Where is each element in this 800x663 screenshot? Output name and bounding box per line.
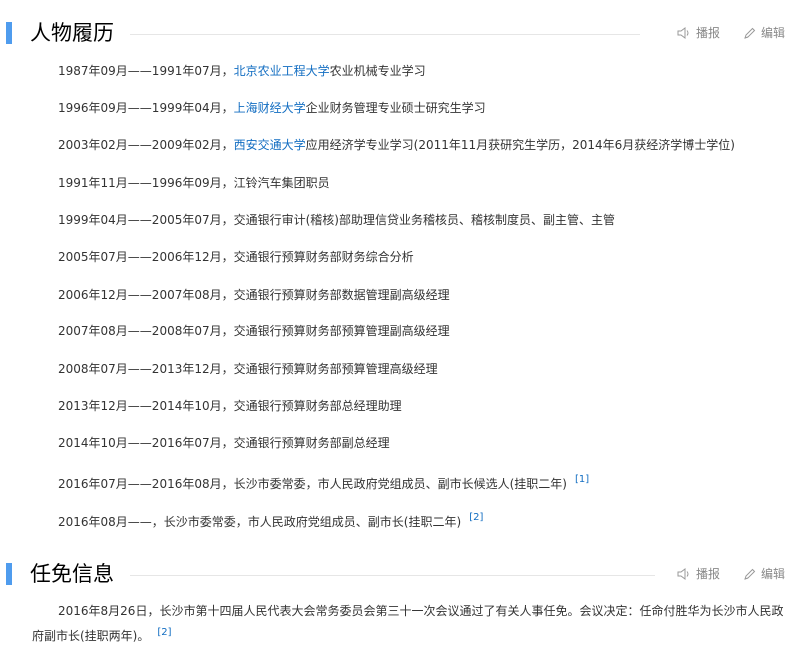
speaker-icon — [677, 27, 689, 39]
report-button[interactable]: 播报 — [677, 566, 720, 582]
section-divider — [130, 34, 640, 35]
university-link[interactable]: 上海财经大学 — [234, 101, 306, 115]
report-label: 播报 — [696, 26, 721, 40]
edit-button[interactable]: 编辑 — [743, 566, 785, 582]
career-entry: 2013年12月——2014年10月，交通银行预算财务部总经理助理 — [58, 399, 402, 413]
appointment-section-header: 任免信息 播报 编辑 — [0, 559, 800, 589]
career-entry: 1987年09月——1991年07月，北京农业工程大学农业机械专业学习 — [58, 64, 426, 78]
career-entry: 2008年07月——2013年12月，交通银行预算财务部预算管理高级经理 — [58, 362, 438, 376]
report-label: 播报 — [696, 567, 721, 581]
career-entry: 1999年04月——2005年07月，交通银行审计(稽核)部助理信贷业务稽核员、… — [58, 213, 615, 227]
speaker-icon — [677, 568, 689, 580]
university-link[interactable]: 北京农业工程大学 — [234, 64, 330, 78]
career-entry: 2003年02月——2009年02月，西安交通大学应用经济学专业学习(2011年… — [58, 138, 735, 152]
reference-link[interactable]: [2] — [469, 512, 483, 523]
career-entry: 2006年12月——2007年08月，交通银行预算财务部数据管理副高级经理 — [58, 288, 450, 302]
career-entry: 2014年10月——2016年07月，交通银行预算财务部副总经理 — [58, 436, 390, 450]
career-entry: 2016年08月——，长沙市委常委，市人民政府党组成员、副市长(挂职二年) [2] — [58, 512, 484, 529]
university-link[interactable]: 西安交通大学 — [234, 138, 306, 152]
section-divider — [130, 575, 655, 576]
report-button[interactable]: 播报 — [677, 25, 720, 41]
edit-label: 编辑 — [761, 567, 786, 581]
pencil-icon — [744, 27, 756, 39]
pencil-icon — [744, 568, 756, 580]
edit-label: 编辑 — [761, 26, 786, 40]
career-section-header: 人物履历 播报 编辑 — [0, 18, 800, 48]
edit-button[interactable]: 编辑 — [743, 25, 785, 41]
reference-link[interactable]: [1] — [575, 474, 589, 485]
career-entry: 2007年08月——2008年07月，交通银行预算财务部预算管理副高级经理 — [58, 324, 450, 338]
career-entry: 2005年07月——2006年12月，交通银行预算财务部财务综合分析 — [58, 250, 414, 264]
reference-link[interactable]: [2] — [157, 627, 171, 638]
section-title: 人物履历 — [30, 21, 114, 45]
appointment-paragraph: 2016年8月26日，长沙市第十四届人民代表大会常务委员会第三十一次会议通过了有… — [32, 604, 784, 643]
section-accent-bar — [6, 563, 12, 585]
career-entry: 2016年07月——2016年08月，长沙市委常委，市人民政府党组成员、副市长候… — [58, 474, 590, 491]
career-entry: 1996年09月——1999年04月，上海财经大学企业财务管理专业硕士研究生学习 — [58, 101, 486, 115]
career-entry: 1991年11月——1996年09月，江铃汽车集团职员 — [58, 176, 330, 190]
section-accent-bar — [6, 22, 12, 44]
section-title: 任免信息 — [30, 562, 114, 586]
